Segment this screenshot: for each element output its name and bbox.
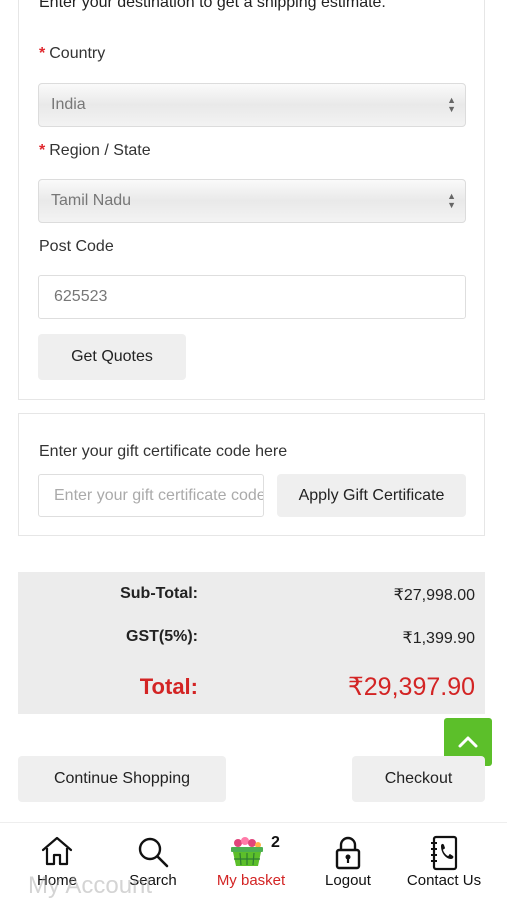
lock-icon xyxy=(335,836,361,870)
country-label: * Country xyxy=(39,45,105,63)
nav-label-home: Home xyxy=(36,872,77,889)
nav-item-basket[interactable]: 2 My basket xyxy=(203,823,299,900)
total-label: Total: xyxy=(139,674,198,699)
nav-label-basket: My basket xyxy=(216,872,286,889)
country-label-text: Country xyxy=(49,45,106,62)
required-marker: * xyxy=(39,45,46,62)
order-totals: Sub-Total: ₹27,998.00 GST(5%): ₹1,399.90… xyxy=(18,572,485,714)
subtotal-value: ₹27,998.00 xyxy=(393,587,475,604)
select-arrows-icon: ▲ ▼ xyxy=(447,191,456,210)
region-label-text: Region / State xyxy=(49,142,151,159)
select-arrows-icon: ▲ ▼ xyxy=(447,95,456,114)
postcode-label: Post Code xyxy=(39,238,114,255)
country-select-value: India xyxy=(51,96,86,113)
country-select[interactable]: India ▲ ▼ xyxy=(38,83,466,127)
gift-certificate-input[interactable]: Enter your gift certificate code xyxy=(38,474,264,517)
gift-certificate-label: Enter your gift certificate code here xyxy=(39,443,288,460)
basket-count-badge: 2 xyxy=(271,834,280,851)
total-value: ₹29,397.90 xyxy=(347,673,475,701)
bottom-navigation: Home Search 2 My basket Logout Contact U… xyxy=(0,822,507,900)
required-marker: * xyxy=(39,142,46,159)
nav-item-search[interactable]: Search xyxy=(118,823,188,900)
nav-item-logout[interactable]: Logout xyxy=(313,823,383,900)
region-select[interactable]: Tamil Nadu ▲ ▼ xyxy=(38,179,466,223)
search-icon xyxy=(138,837,169,868)
phone-book-icon xyxy=(431,835,458,871)
postcode-input[interactable]: 625523 xyxy=(38,275,466,319)
home-icon xyxy=(41,836,73,866)
nav-item-contact[interactable]: Contact Us xyxy=(398,823,490,900)
gst-label: GST(5%): xyxy=(126,628,198,645)
subtotal-label: Sub-Total: xyxy=(120,585,198,602)
nav-item-home[interactable]: Home xyxy=(22,823,92,900)
shipping-estimate-panel: Enter your destination to get a shipping… xyxy=(18,0,485,400)
nav-label-logout: Logout xyxy=(325,872,371,889)
region-label: * Region / State xyxy=(39,142,151,160)
checkout-button[interactable]: Checkout xyxy=(352,756,485,802)
basket-icon xyxy=(231,837,263,866)
get-quotes-button[interactable]: Get Quotes xyxy=(38,334,186,380)
gst-value: ₹1,399.90 xyxy=(402,630,475,647)
region-select-value: Tamil Nadu xyxy=(51,192,132,209)
shipping-intro-text: Enter your destination to get a shipping… xyxy=(39,0,386,11)
apply-gift-certificate-button[interactable]: Apply Gift Certificate xyxy=(277,474,466,517)
nav-label-contact: Contact Us xyxy=(406,872,482,889)
gift-certificate-panel: Enter your gift certificate code here En… xyxy=(18,413,485,536)
nav-label-search: Search xyxy=(129,872,177,889)
continue-shopping-button[interactable]: Continue Shopping xyxy=(18,756,226,802)
